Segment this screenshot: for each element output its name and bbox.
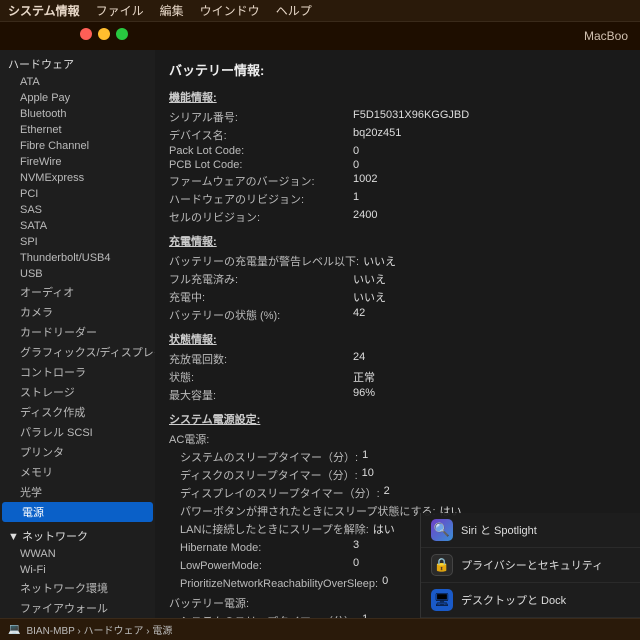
info-row: 充電中: いいえ bbox=[169, 289, 626, 305]
breadcrumb-icon: 💻 bbox=[8, 624, 20, 635]
info-row: システムのスリープタイマー（分）: 1 bbox=[169, 449, 626, 465]
privacy-icon: 🔒 bbox=[431, 554, 453, 576]
sidebar-section-network: ▼ ネットワーク bbox=[0, 526, 155, 546]
info-row: ディスプレイのスリープタイマー（分）: 2 bbox=[169, 485, 626, 501]
sidebar: ハードウェア ATA Apple Pay Bluetooth Ethernet … bbox=[0, 50, 155, 618]
sidebar-item-wwan[interactable]: WWAN bbox=[0, 546, 155, 562]
ac-power-header: AC電源: bbox=[169, 431, 626, 447]
close-button[interactable] bbox=[80, 28, 92, 40]
info-row: ハードウェアのリビジョン: 1 bbox=[169, 191, 626, 207]
zoom-button[interactable] bbox=[116, 28, 128, 40]
sidebar-item-pci[interactable]: PCI bbox=[0, 186, 155, 202]
window-title: MacBoo bbox=[584, 29, 628, 43]
menu-help[interactable]: ヘルプ bbox=[276, 2, 312, 19]
sidebar-item-thunderbolt[interactable]: Thunderbolt/USB4 bbox=[0, 250, 155, 266]
sidebar-item-optical[interactable]: 光学 bbox=[0, 482, 155, 502]
section-features: 機能情報: bbox=[169, 89, 626, 105]
sidebar-item-ethernet[interactable]: Ethernet bbox=[0, 122, 155, 138]
sidebar-item-power[interactable]: 電源 bbox=[2, 502, 153, 522]
sidebar-item-wifi[interactable]: Wi-Fi bbox=[0, 562, 155, 578]
sidebar-item-fibre-channel[interactable]: Fibre Channel bbox=[0, 138, 155, 154]
sidebar-item-parallel-scsi[interactable]: パラレル SCSI bbox=[0, 422, 155, 442]
info-row: 最大容量: 96% bbox=[169, 387, 626, 403]
notification-panel: 🔍 Siri と Spotlight 🔒 プライバシーとセキュリティ 🖥 デスク… bbox=[420, 513, 640, 618]
section-power-settings: システム電源設定: bbox=[169, 411, 626, 427]
info-row: Pack Lot Code: 0 bbox=[169, 145, 626, 157]
menu-window[interactable]: ウインドウ bbox=[200, 2, 260, 19]
notif-siri[interactable]: 🔍 Siri と Spotlight bbox=[421, 513, 640, 548]
sidebar-item-firewall[interactable]: ファイアウォール bbox=[0, 598, 155, 618]
notif-privacy-label: プライバシーとセキュリティ bbox=[461, 557, 603, 573]
sidebar-item-sas[interactable]: SAS bbox=[0, 202, 155, 218]
info-row: PCB Lot Code: 0 bbox=[169, 159, 626, 171]
section-charge: 充電情報: bbox=[169, 233, 626, 249]
sidebar-item-firewire[interactable]: FireWire bbox=[0, 154, 155, 170]
sidebar-item-spi[interactable]: SPI bbox=[0, 234, 155, 250]
info-row: ファームウェアのバージョン: 1002 bbox=[169, 173, 626, 189]
sidebar-item-printer[interactable]: プリンタ bbox=[0, 442, 155, 462]
minimize-button[interactable] bbox=[98, 28, 110, 40]
info-row: シリアル番号: F5D15031X96KGGJBD bbox=[169, 109, 626, 125]
notif-desktop-label: デスクトップと Dock bbox=[461, 592, 566, 608]
sidebar-item-controller[interactable]: コントローラ bbox=[0, 362, 155, 382]
traffic-lights bbox=[80, 28, 128, 40]
sidebar-item-bluetooth[interactable]: Bluetooth bbox=[0, 106, 155, 122]
desktop-icon: 🖥 bbox=[431, 589, 453, 611]
menu-edit[interactable]: 編集 bbox=[160, 2, 184, 19]
info-row: バッテリーの充電量が警告レベル以下: いいえ bbox=[169, 253, 626, 269]
notif-privacy[interactable]: 🔒 プライバシーとセキュリティ bbox=[421, 548, 640, 583]
sidebar-item-usb[interactable]: USB bbox=[0, 266, 155, 282]
sidebar-item-nvmexpress[interactable]: NVMExpress bbox=[0, 170, 155, 186]
siri-icon: 🔍 bbox=[431, 519, 453, 541]
sidebar-item-audio[interactable]: オーディオ bbox=[0, 282, 155, 302]
sidebar-item-camera[interactable]: カメラ bbox=[0, 302, 155, 322]
sidebar-item-storage[interactable]: ストレージ bbox=[0, 382, 155, 402]
menu-system-info[interactable]: システム情報 bbox=[8, 2, 80, 19]
sidebar-item-ata[interactable]: ATA bbox=[0, 74, 155, 90]
statusbar: 💻 BIAN-MBP › ハードウェア › 電源 bbox=[0, 618, 640, 640]
breadcrumb: BIAN-MBP › ハードウェア › 電源 bbox=[26, 622, 172, 637]
detail-title: バッテリー情報: bbox=[169, 60, 626, 79]
notif-siri-label: Siri と Spotlight bbox=[461, 522, 537, 538]
sidebar-item-memory[interactable]: メモリ bbox=[0, 462, 155, 482]
info-row: 状態: 正常 bbox=[169, 369, 626, 385]
sidebar-item-apple-pay[interactable]: Apple Pay bbox=[0, 90, 155, 106]
sidebar-item-sata[interactable]: SATA bbox=[0, 218, 155, 234]
info-row: デバイス名: bq20z451 bbox=[169, 127, 626, 143]
sidebar-item-disc-create[interactable]: ディスク作成 bbox=[0, 402, 155, 422]
info-row: 充放電回数: 24 bbox=[169, 351, 626, 367]
sidebar-item-network-env[interactable]: ネットワーク環境 bbox=[0, 578, 155, 598]
menu-file[interactable]: ファイル bbox=[96, 2, 144, 19]
menubar: システム情報 ファイル 編集 ウインドウ ヘルプ bbox=[0, 0, 640, 22]
info-row: フル充電済み: いいえ bbox=[169, 271, 626, 287]
sidebar-item-card-reader[interactable]: カードリーダー bbox=[0, 322, 155, 342]
notif-desktop[interactable]: 🖥 デスクトップと Dock bbox=[421, 583, 640, 618]
section-status: 状態情報: bbox=[169, 331, 626, 347]
info-row: ディスクのスリープタイマー（分）: 10 bbox=[169, 467, 626, 483]
sidebar-section-hardware: ハードウェア bbox=[0, 54, 155, 74]
info-row: セルのリビジョン: 2400 bbox=[169, 209, 626, 225]
info-row: バッテリーの状態 (%): 42 bbox=[169, 307, 626, 323]
sidebar-item-graphics[interactable]: グラフィックス/ディスプレイ bbox=[0, 342, 155, 362]
